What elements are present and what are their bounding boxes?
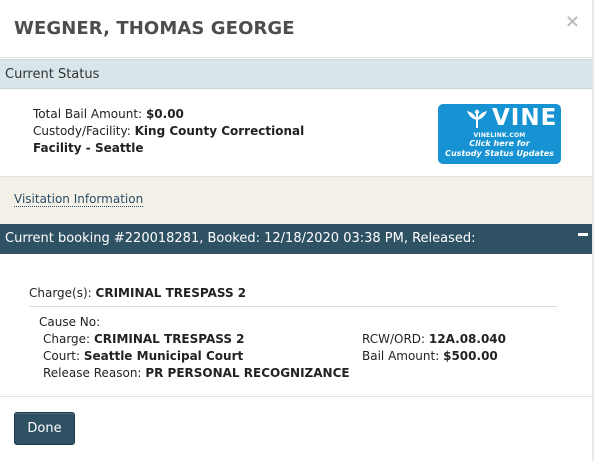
vine-logo: VINE (450, 105, 556, 132)
charges-value: CRIMINAL TRESPASS 2 (95, 286, 247, 300)
rcw-value: 12A.08.040 (428, 332, 506, 346)
custody-facility-label: Custody/Facility: (33, 124, 131, 138)
court-label: Court: (43, 349, 81, 363)
rcw-row: RCW/ORD: 12A.08.040 (362, 331, 506, 348)
cause-details: Cause No: Charge: CRIMINAL TRESPASS 2 Co… (39, 314, 350, 382)
vine-cta-line2: Custody Status Updates (445, 149, 554, 158)
charges-label: Charge(s): (29, 286, 92, 300)
vine-link-button[interactable]: VINE VINELINK.COM Click here for Custody… (438, 104, 561, 164)
vine-leaf-icon (467, 109, 487, 129)
total-bail-value: $0.00 (145, 107, 184, 121)
release-reason-value: PR PERSONAL RECOGNIZANCE (145, 366, 350, 380)
release-reason-label: Release Reason: (43, 366, 142, 380)
custody-facility-row: Custody/Facility: King County Correction… (33, 123, 353, 157)
court-row: Court: Seattle Municipal Court (39, 348, 350, 365)
vine-logo-text: VINE (492, 105, 558, 131)
current-booking-header[interactable]: Current booking #220018281, Booked: 12/1… (0, 224, 594, 254)
done-button[interactable]: Done (14, 412, 75, 445)
bail-amount-value: $500.00 (443, 349, 498, 363)
current-status-label: Current Status (5, 67, 100, 82)
total-bail-row: Total Bail Amount: $0.00 (33, 106, 353, 123)
charges-row: Charge(s): CRIMINAL TRESPASS 2 (29, 286, 246, 300)
inmate-detail-dialog: WEGNER, THOMAS GEORGE × Current Status T… (0, 0, 594, 461)
footer-divider (0, 396, 594, 397)
cause-no-label: Cause No: (39, 315, 101, 329)
current-status-header: Current Status (0, 59, 594, 89)
dialog-header: WEGNER, THOMAS GEORGE × (0, 0, 594, 58)
visitation-information-link[interactable]: Visitation Information (14, 192, 144, 207)
charges-divider (29, 306, 557, 307)
charge-label: Charge: (43, 332, 91, 346)
cause-no-row: Cause No: (39, 314, 350, 331)
bail-amount-label: Bail Amount: (362, 349, 440, 363)
bail-amount-row: Bail Amount: $500.00 (362, 348, 506, 365)
charge-value: CRIMINAL TRESPASS 2 (93, 332, 245, 346)
rcw-label: RCW/ORD: (362, 332, 426, 346)
court-value: Seattle Municipal Court (83, 349, 244, 363)
minus-icon[interactable] (577, 229, 589, 241)
release-reason-row: Release Reason: PR PERSONAL RECOGNIZANCE (39, 365, 350, 382)
vine-url-text: VINELINK.COM (473, 132, 526, 139)
visitation-section: Visitation Information (0, 176, 594, 224)
charge-row: Charge: CRIMINAL TRESPASS 2 (39, 331, 350, 348)
status-info: Total Bail Amount: $0.00 Custody/Facilit… (33, 106, 353, 157)
total-bail-label: Total Bail Amount: (33, 107, 143, 121)
rcw-details: RCW/ORD: 12A.08.040 Bail Amount: $500.00 (362, 331, 506, 365)
current-booking-label: Current booking #220018281, Booked: 12/1… (5, 231, 476, 246)
vine-cta-text: Click here for Custody Status Updates (438, 139, 561, 159)
vine-cta-line1: Click here for (469, 139, 530, 148)
close-icon[interactable]: × (565, 13, 580, 31)
inmate-name-title: WEGNER, THOMAS GEORGE (14, 18, 295, 39)
